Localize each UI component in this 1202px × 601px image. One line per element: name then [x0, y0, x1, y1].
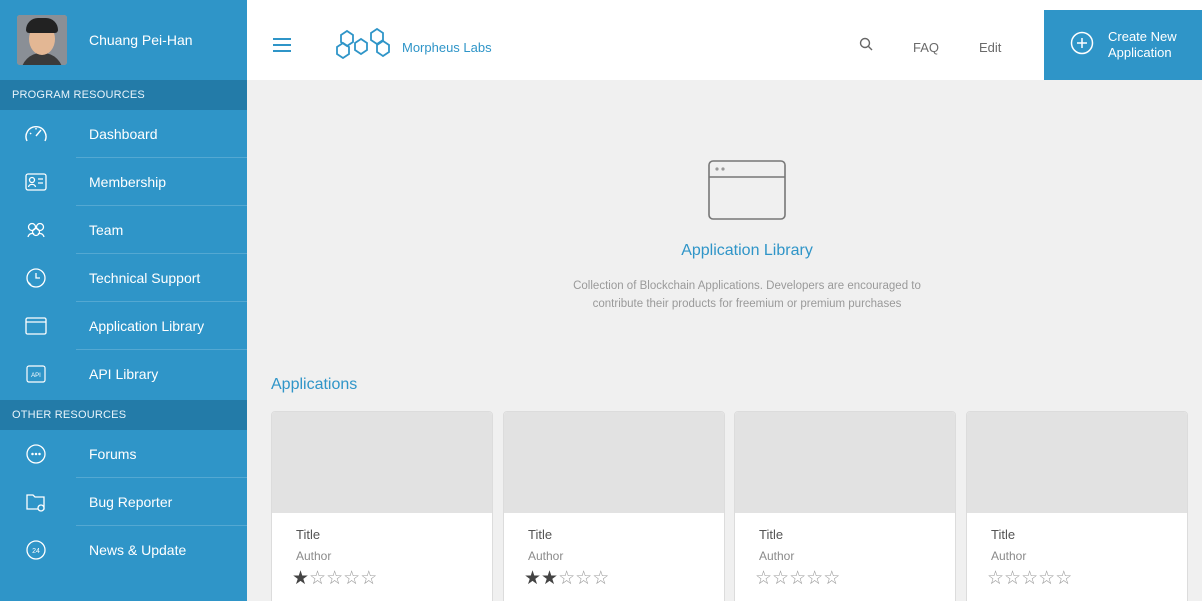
clock-support-icon: [24, 266, 48, 290]
card-author: Author: [296, 549, 332, 563]
brand-name[interactable]: Morpheus Labs: [402, 40, 492, 55]
star-rating[interactable]: ☆☆☆☆☆: [987, 567, 1072, 590]
star-empty-icon[interactable]: ☆: [1004, 568, 1021, 589]
card-title: Title: [528, 527, 553, 542]
card-author: Author: [759, 549, 795, 563]
sidebar-item-forums[interactable]: Forums: [0, 430, 247, 478]
card-author: Author: [528, 549, 564, 563]
sidebar-item-application-library[interactable]: Application Library: [0, 302, 247, 350]
star-empty-icon[interactable]: ☆: [1038, 568, 1055, 589]
sidebar-item-technical-support[interactable]: Technical Support: [0, 254, 247, 302]
svg-text:24: 24: [32, 548, 40, 555]
star-empty-icon[interactable]: ☆: [343, 568, 360, 589]
star-empty-icon[interactable]: ☆: [360, 568, 377, 589]
browser-window-icon: [24, 314, 48, 338]
card-thumbnail: [735, 412, 955, 513]
application-card[interactable]: Title Author ☆☆☆☆☆: [966, 411, 1188, 601]
star-empty-icon[interactable]: ☆: [806, 568, 823, 589]
sidebar-item-dashboard[interactable]: Dashboard: [0, 110, 247, 158]
card-title: Title: [991, 527, 1016, 542]
api-icon: API: [24, 362, 48, 386]
sidebar-item-bug-reporter[interactable]: Bug Reporter: [0, 478, 247, 526]
news-clock-icon: 24: [24, 538, 48, 562]
applications-heading: Applications: [271, 376, 358, 393]
star-empty-icon[interactable]: ☆: [575, 568, 592, 589]
search-icon[interactable]: [859, 37, 873, 56]
star-filled-icon[interactable]: ★: [541, 568, 558, 589]
faq-link[interactable]: FAQ: [913, 40, 939, 55]
star-empty-icon[interactable]: ☆: [592, 568, 609, 589]
plus-circle-icon: [1070, 31, 1094, 60]
card-author: Author: [991, 549, 1027, 563]
card-thumbnail: [967, 412, 1187, 513]
chat-bubble-icon: [24, 442, 48, 466]
create-button-label: Create New Application: [1108, 29, 1177, 60]
card-title: Title: [759, 527, 784, 542]
sidebar-item-news-update[interactable]: 24 News & Update: [0, 526, 247, 574]
hero-description: Collection of Blockchain Applications. D…: [573, 280, 921, 310]
star-empty-icon[interactable]: ☆: [772, 568, 789, 589]
speedometer-icon: [24, 122, 48, 146]
other-resources-header: OTHER RESOURCES: [0, 400, 247, 430]
folder-bug-icon: [24, 490, 48, 514]
browser-window-icon: [708, 160, 786, 225]
star-filled-icon[interactable]: ★: [524, 568, 541, 589]
star-empty-icon[interactable]: ☆: [823, 568, 840, 589]
user-name: Chuang Pei-Han: [89, 32, 193, 48]
star-empty-icon[interactable]: ☆: [309, 568, 326, 589]
star-empty-icon[interactable]: ☆: [755, 568, 772, 589]
create-new-application-button[interactable]: Create New Application: [1044, 10, 1202, 80]
morpheus-logo-icon[interactable]: [335, 27, 397, 64]
star-empty-icon[interactable]: ☆: [326, 568, 343, 589]
star-rating[interactable]: ☆☆☆☆☆: [755, 567, 840, 590]
hero-title: Application Library: [681, 242, 813, 259]
top-bar: Morpheus Labs FAQ Edit Create New Applic…: [247, 0, 1202, 80]
team-icon: [24, 218, 48, 242]
star-empty-icon[interactable]: ☆: [1021, 568, 1038, 589]
star-filled-icon[interactable]: ★: [292, 568, 309, 589]
star-empty-icon[interactable]: ☆: [789, 568, 806, 589]
sidebar: Chuang Pei-Han PROGRAM RESOURCES Dashboa…: [0, 0, 247, 601]
sidebar-item-api-library[interactable]: API API Library: [0, 350, 247, 398]
application-card[interactable]: Title Author ★★☆☆☆: [503, 411, 725, 601]
application-card[interactable]: Title Author ★☆☆☆☆: [271, 411, 493, 601]
card-thumbnail: [504, 412, 724, 513]
star-rating[interactable]: ★☆☆☆☆: [292, 567, 377, 590]
program-resources-header: PROGRAM RESOURCES: [0, 80, 247, 110]
star-empty-icon[interactable]: ☆: [558, 568, 575, 589]
card-thumbnail: [272, 412, 492, 513]
card-title: Title: [296, 527, 321, 542]
star-empty-icon[interactable]: ☆: [1055, 568, 1072, 589]
hamburger-menu-icon[interactable]: [273, 38, 291, 52]
edit-link[interactable]: Edit: [979, 40, 1001, 55]
application-card[interactable]: Title Author ☆☆☆☆☆: [734, 411, 956, 601]
star-empty-icon[interactable]: ☆: [987, 568, 1004, 589]
user-profile[interactable]: Chuang Pei-Han: [0, 0, 247, 80]
avatar: [17, 15, 67, 65]
svg-text:API: API: [31, 373, 41, 379]
sidebar-item-membership[interactable]: Membership: [0, 158, 247, 206]
main-content: Application Library Collection of Blockc…: [247, 80, 1202, 601]
sidebar-item-team[interactable]: Team: [0, 206, 247, 254]
star-rating[interactable]: ★★☆☆☆: [524, 567, 609, 590]
id-card-icon: [24, 170, 48, 194]
